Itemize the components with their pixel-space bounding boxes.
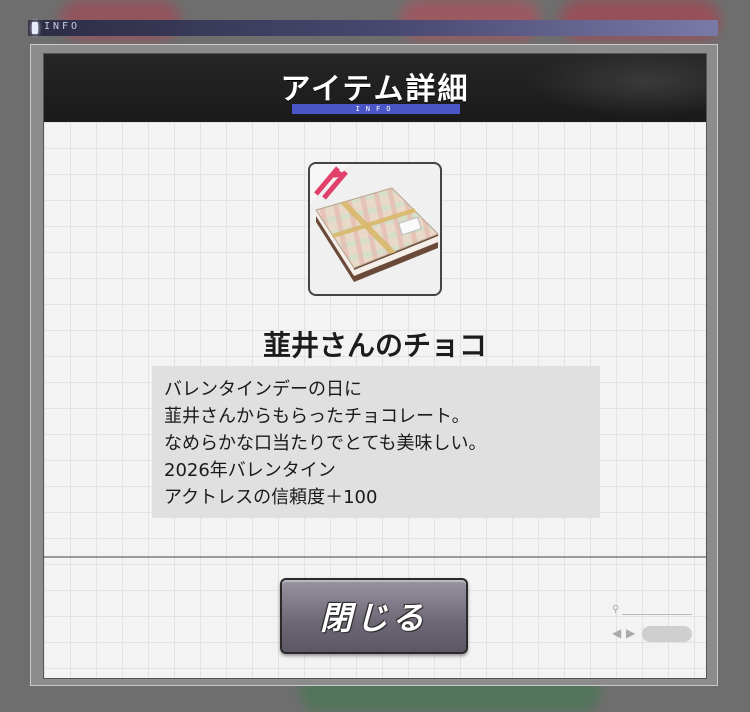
- divider: [44, 556, 706, 558]
- close-button[interactable]: 閉じる: [280, 578, 468, 654]
- dialog-header: アイテム詳細 INFO: [44, 54, 706, 122]
- chocolate-gift-box-icon: [310, 164, 439, 282]
- item-name: 韮井さんのチョコ: [262, 329, 487, 362]
- description-line: バレンタインデーの日に: [164, 379, 362, 400]
- zoom-slider[interactable]: [642, 626, 692, 642]
- arrow-right-icon[interactable]: ▶: [626, 626, 635, 640]
- item-detail-dialog: アイテム詳細 INFO 韮井さんのチョコ バレンタインデーの日に 韮井さんからも…: [30, 44, 718, 686]
- arrow-left-icon[interactable]: ◀: [612, 626, 621, 640]
- close-button-label: 閉じる: [319, 599, 428, 637]
- dialog-panel: アイテム詳細 INFO 韮井さんのチョコ バレンタインデーの日に 韮井さんからも…: [43, 53, 707, 679]
- description-line: 韮井さんからもらったチョコレート。: [164, 406, 470, 427]
- indicator-pip: [32, 22, 38, 34]
- description-line: アクトレスの信頼度＋100: [164, 487, 378, 508]
- description-line: 2026年バレンタイン: [164, 460, 336, 481]
- zoom-track: [622, 614, 692, 615]
- description-line: なめらかな口当たりでとても美味しい。: [164, 433, 487, 454]
- zoom-control: ⚲ ◀ ▶: [612, 604, 696, 654]
- topbar-label: INFO: [44, 21, 81, 32]
- info-topbar: INFO: [28, 20, 718, 36]
- dialog-title: アイテム詳細: [280, 72, 470, 107]
- dialog-subtitle: INFO: [355, 105, 397, 113]
- item-description: バレンタインデーの日に 韮井さんからもらったチョコレート。 なめらかな口当たりで…: [152, 366, 600, 518]
- item-icon-frame: [308, 162, 442, 296]
- search-icon: ⚲: [612, 604, 620, 615]
